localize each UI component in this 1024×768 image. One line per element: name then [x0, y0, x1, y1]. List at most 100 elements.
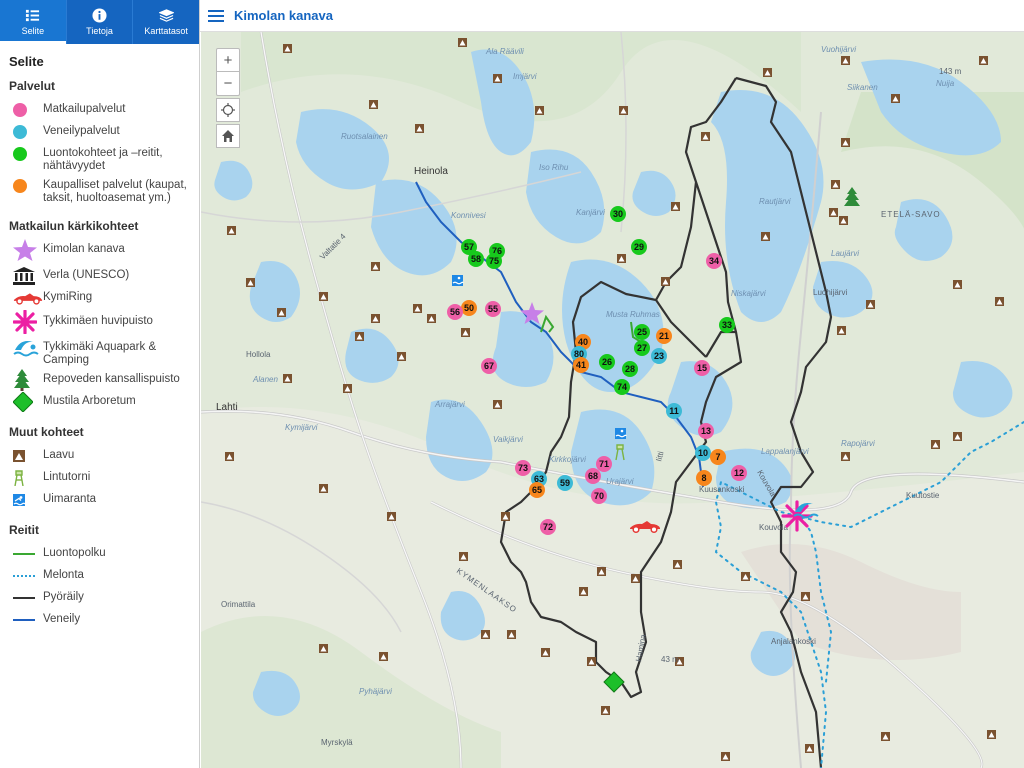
shelter-icon[interactable]	[371, 262, 380, 271]
shelter-icon[interactable]	[319, 292, 328, 301]
tab-karttatasot[interactable]: Karttatasot	[133, 0, 199, 44]
service-marker[interactable]: 25	[634, 324, 650, 340]
tab-selite[interactable]: Selite	[0, 0, 67, 44]
tab-tietoja[interactable]: Tietoja	[67, 0, 134, 44]
map-view[interactable]: Heinola Lahti Kouvola Kuusankoski Anjala…	[201, 32, 1024, 768]
service-marker[interactable]: 74	[614, 379, 630, 395]
service-marker[interactable]: 23	[651, 348, 667, 364]
service-marker[interactable]: 10	[695, 445, 711, 461]
service-marker[interactable]: 30	[610, 206, 626, 222]
shelter-icon[interactable]	[841, 452, 850, 461]
service-marker[interactable]: 15	[694, 360, 710, 376]
swim-icon[interactable]	[452, 275, 464, 286]
shelter-icon[interactable]	[458, 38, 467, 47]
service-marker[interactable]: 27	[634, 340, 650, 356]
shelter-icon[interactable]	[225, 452, 234, 461]
shelter-icon[interactable]	[387, 512, 396, 521]
shelter-icon[interactable]	[277, 308, 286, 317]
shelter-icon[interactable]	[701, 132, 710, 141]
shelter-icon[interactable]	[619, 106, 628, 115]
service-marker[interactable]: 41	[573, 357, 589, 373]
shelter-icon[interactable]	[597, 567, 606, 576]
shelter-icon[interactable]	[661, 277, 670, 286]
shelter-icon[interactable]	[839, 216, 848, 225]
asterisk-icon[interactable]	[781, 500, 813, 532]
shelter-icon[interactable]	[227, 226, 236, 235]
service-marker[interactable]: 21	[656, 328, 672, 344]
service-marker[interactable]: 73	[515, 460, 531, 476]
service-marker[interactable]: 58	[468, 251, 484, 267]
service-marker[interactable]: 13	[698, 423, 714, 439]
shelter-icon[interactable]	[671, 202, 680, 211]
shelter-icon[interactable]	[369, 100, 378, 109]
shelter-icon[interactable]	[931, 440, 940, 449]
service-marker[interactable]: 56	[447, 304, 463, 320]
shelter-icon[interactable]	[953, 432, 962, 441]
shelter-icon[interactable]	[673, 560, 682, 569]
shelter-icon[interactable]	[953, 280, 962, 289]
shelter-icon[interactable]	[397, 352, 406, 361]
zoom-in-button[interactable]: +	[216, 48, 240, 72]
shelter-icon[interactable]	[631, 574, 640, 583]
shelter-icon[interactable]	[319, 484, 328, 493]
service-marker[interactable]: 68	[585, 468, 601, 484]
shelter-icon[interactable]	[283, 374, 292, 383]
hamburger-menu-icon[interactable]	[208, 9, 224, 23]
shelter-icon[interactable]	[763, 68, 772, 77]
service-marker[interactable]: 26	[599, 354, 615, 370]
shelter-icon[interactable]	[371, 314, 380, 323]
service-marker[interactable]: 8	[696, 470, 712, 486]
swim-icon[interactable]	[615, 428, 627, 439]
shelter-icon[interactable]	[413, 304, 422, 313]
service-marker[interactable]: 59	[557, 475, 573, 491]
shelter-icon[interactable]	[541, 648, 550, 657]
service-marker[interactable]: 67	[481, 358, 497, 374]
shelter-icon[interactable]	[891, 94, 900, 103]
shelter-icon[interactable]	[246, 278, 255, 287]
shelter-icon[interactable]	[881, 732, 890, 741]
locate-button[interactable]	[216, 98, 240, 122]
service-marker[interactable]: 7	[710, 449, 726, 465]
service-marker[interactable]: 50	[461, 300, 477, 316]
map-canvas[interactable]: Heinola Lahti Kouvola Kuusankoski Anjala…	[201, 32, 1024, 768]
shelter-icon[interactable]	[601, 706, 610, 715]
shelter-icon[interactable]	[995, 297, 1004, 306]
shelter-icon[interactable]	[343, 384, 352, 393]
shelter-icon[interactable]	[507, 630, 516, 639]
shelter-icon[interactable]	[481, 630, 490, 639]
shelter-icon[interactable]	[535, 106, 544, 115]
service-marker[interactable]: 55	[485, 301, 501, 317]
shelter-icon[interactable]	[841, 138, 850, 147]
shelter-icon[interactable]	[841, 56, 850, 65]
shelter-icon[interactable]	[355, 332, 364, 341]
service-marker[interactable]: 28	[622, 361, 638, 377]
service-marker[interactable]: 71	[596, 456, 612, 472]
shelter-icon[interactable]	[579, 587, 588, 596]
service-marker[interactable]: 11	[666, 403, 682, 419]
shelter-icon[interactable]	[427, 314, 436, 323]
shelter-icon[interactable]	[805, 744, 814, 753]
shelter-icon[interactable]	[761, 232, 770, 241]
shelter-icon[interactable]	[319, 644, 328, 653]
shelter-icon[interactable]	[379, 652, 388, 661]
service-marker[interactable]: 33	[719, 317, 735, 333]
shelter-icon[interactable]	[831, 180, 840, 189]
shelter-icon[interactable]	[459, 552, 468, 561]
shelter-icon[interactable]	[801, 592, 810, 601]
shelter-icon[interactable]	[721, 752, 730, 761]
shelter-icon[interactable]	[866, 300, 875, 309]
shelter-icon[interactable]	[741, 572, 750, 581]
shelter-icon[interactable]	[979, 56, 988, 65]
shelter-icon[interactable]	[415, 124, 424, 133]
service-marker[interactable]: 29	[631, 239, 647, 255]
shelter-icon[interactable]	[493, 74, 502, 83]
shelter-icon[interactable]	[501, 512, 510, 521]
shelter-icon[interactable]	[461, 328, 470, 337]
service-marker[interactable]: 12	[731, 465, 747, 481]
shelter-icon[interactable]	[617, 254, 626, 263]
service-marker[interactable]: 34	[706, 253, 722, 269]
shelter-icon[interactable]	[829, 208, 838, 217]
shelter-icon[interactable]	[987, 730, 996, 739]
service-marker[interactable]: 72	[540, 519, 556, 535]
shelter-icon[interactable]	[587, 657, 596, 666]
